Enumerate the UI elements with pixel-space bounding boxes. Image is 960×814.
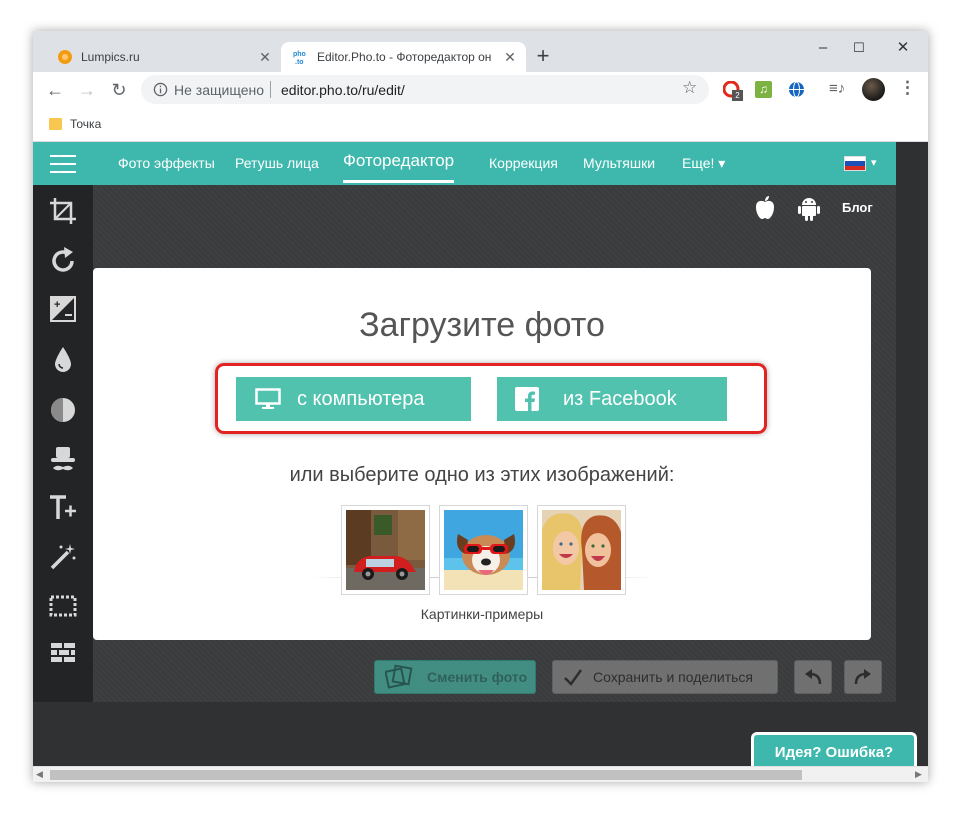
hamburger-menu-icon[interactable] [50,155,76,173]
menu-kebab-icon[interactable]: ⋮ [899,78,916,98]
scroll-right-arrow-icon[interactable]: ▶ [915,769,922,780]
language-caret-icon[interactable]: ▾ [871,156,877,169]
tab-title: Editor.Pho.to - Фоторедактор он [317,50,492,64]
address-bar[interactable]: Не защищено editor.pho.to/ru/edit/ ☆ [141,75,709,104]
editor-canvas: Блог Загрузите фото с компьютера из Face… [93,185,896,702]
security-label: Не защищено [174,82,264,98]
forward-arrow-icon[interactable]: → [75,78,99,102]
svg-text:.to: .to [295,59,304,65]
apple-icon[interactable] [753,195,777,221]
tools-sidebar: + [33,185,93,702]
exposure-icon[interactable]: + [47,293,79,325]
frame-icon[interactable] [47,590,79,622]
profile-avatar[interactable] [862,78,885,101]
feedback-label: Идея? Ошибка? [774,744,894,761]
url-separator [270,81,271,98]
browser-toolbar: ← → ↻ Не защищено editor.pho.to/ru/edit/… [33,72,928,108]
sample-car-picture [346,510,425,590]
bookmarks-bar: Точка [33,108,928,142]
nav-correction[interactable]: Коррекция [489,142,558,185]
text-add-icon[interactable] [47,492,79,524]
bookmark-star-icon[interactable]: ☆ [682,78,697,98]
crop-icon[interactable] [47,195,79,227]
orange-favicon-icon [58,50,72,64]
nav-face-retouch[interactable]: Ретушь лица [235,142,319,185]
close-tab-icon[interactable]: ✕ [257,49,273,66]
site-navigation: Фото эффекты Ретушь лица Фоторедактор Ко… [33,142,896,185]
save-share-label: Сохранить и поделиться [593,669,753,685]
bookmark-folder-icon [49,118,62,130]
maximize-button[interactable]: ☐ [839,35,879,61]
url-text[interactable]: editor.pho.to/ru/edit/ [281,82,405,98]
music-extension-icon[interactable]: ♫ [755,81,772,98]
nav-more[interactable]: Еще! ▾ [682,142,725,185]
svg-text:+: + [54,299,60,311]
undo-arrow-icon [805,669,822,685]
new-tab-button[interactable]: + [531,44,555,68]
checkmark-icon [564,669,583,686]
monitor-icon [255,388,281,409]
upload-from-facebook-button[interactable]: из Facebook [497,377,727,421]
sample-image-girls[interactable] [537,505,626,595]
rotate-icon[interactable] [47,245,79,277]
globe-extension-icon[interactable] [788,81,805,98]
playlist-icon[interactable]: ≡♪ [829,80,845,97]
bookmark-label[interactable]: Точка [70,117,101,131]
horizontal-scrollbar[interactable]: ◀ ▶ [33,766,928,782]
minimize-button[interactable]: – [803,35,843,61]
nav-photo-effects[interactable]: Фото эффекты [118,142,215,185]
reload-icon[interactable]: ↻ [107,78,131,102]
close-tab-icon[interactable]: ✕ [502,49,518,66]
close-window-button[interactable]: ✕ [883,35,923,61]
facebook-icon [515,387,539,411]
scrollbar-thumb[interactable] [50,770,802,780]
color-drop-icon[interactable] [47,343,79,375]
change-photo-label: Сменить фото [427,669,528,685]
photo-favicon-icon: pho.to [293,51,306,65]
magic-wand-icon[interactable] [47,541,79,573]
feedback-button[interactable]: Идея? Ошибка? [751,732,917,766]
nav-cartoons[interactable]: Мультяшки [583,142,655,185]
right-margin [896,142,928,766]
sample-image-dog[interactable] [439,505,528,595]
upload-card: Загрузите фото с компьютера из Facebook … [93,268,871,640]
hat-mustache-icon[interactable] [47,443,79,475]
tab-editor-photo[interactable]: pho .to Editor.Pho.to - Фоторедактор он ✕ [281,42,526,72]
upload-from-computer-button[interactable]: с компьютера [236,377,471,421]
sample-image-car[interactable] [341,505,430,595]
opera-extension-icon[interactable]: 2 [722,80,743,101]
upload-heading: Загрузите фото [359,306,605,344]
texture-icon[interactable] [47,638,79,670]
language-flag-icon[interactable] [844,156,866,171]
nav-photo-editor[interactable]: Фоторедактор [343,142,455,183]
photos-stack-icon [385,664,413,689]
contrast-icon[interactable] [47,394,79,426]
android-icon[interactable] [797,195,821,221]
info-icon [153,82,168,97]
samples-caption: Картинки-примеры [420,606,544,622]
upload-from-facebook-label: из Facebook [563,387,677,410]
back-arrow-icon[interactable]: ← [43,78,67,102]
undo-button[interactable] [794,660,832,694]
tab-lumpics[interactable]: Lumpics.ru ✕ [41,42,281,72]
scroll-left-arrow-icon[interactable]: ◀ [36,769,43,780]
redo-button[interactable] [844,660,882,694]
upload-from-computer-label: с компьютера [297,387,425,410]
extension-badge: 2 [732,90,743,101]
page-content: Фото эффекты Ретушь лица Фоторедактор Ко… [33,142,928,766]
choose-sample-text: или выберите одно из этих изображений: [289,464,675,486]
sample-girls-picture [542,510,621,590]
sample-dog-picture [444,510,523,590]
redo-arrow-icon [854,669,871,685]
svg-text:pho: pho [293,51,306,58]
change-photo-button[interactable]: Сменить фото [374,660,536,694]
save-share-button[interactable]: Сохранить и поделиться [552,660,778,694]
tab-title: Lumpics.ru [81,50,140,64]
blog-link[interactable]: Блог [842,200,873,215]
browser-window: Lumpics.ru ✕ pho .to Editor.Pho.to - Фото… [33,31,928,782]
